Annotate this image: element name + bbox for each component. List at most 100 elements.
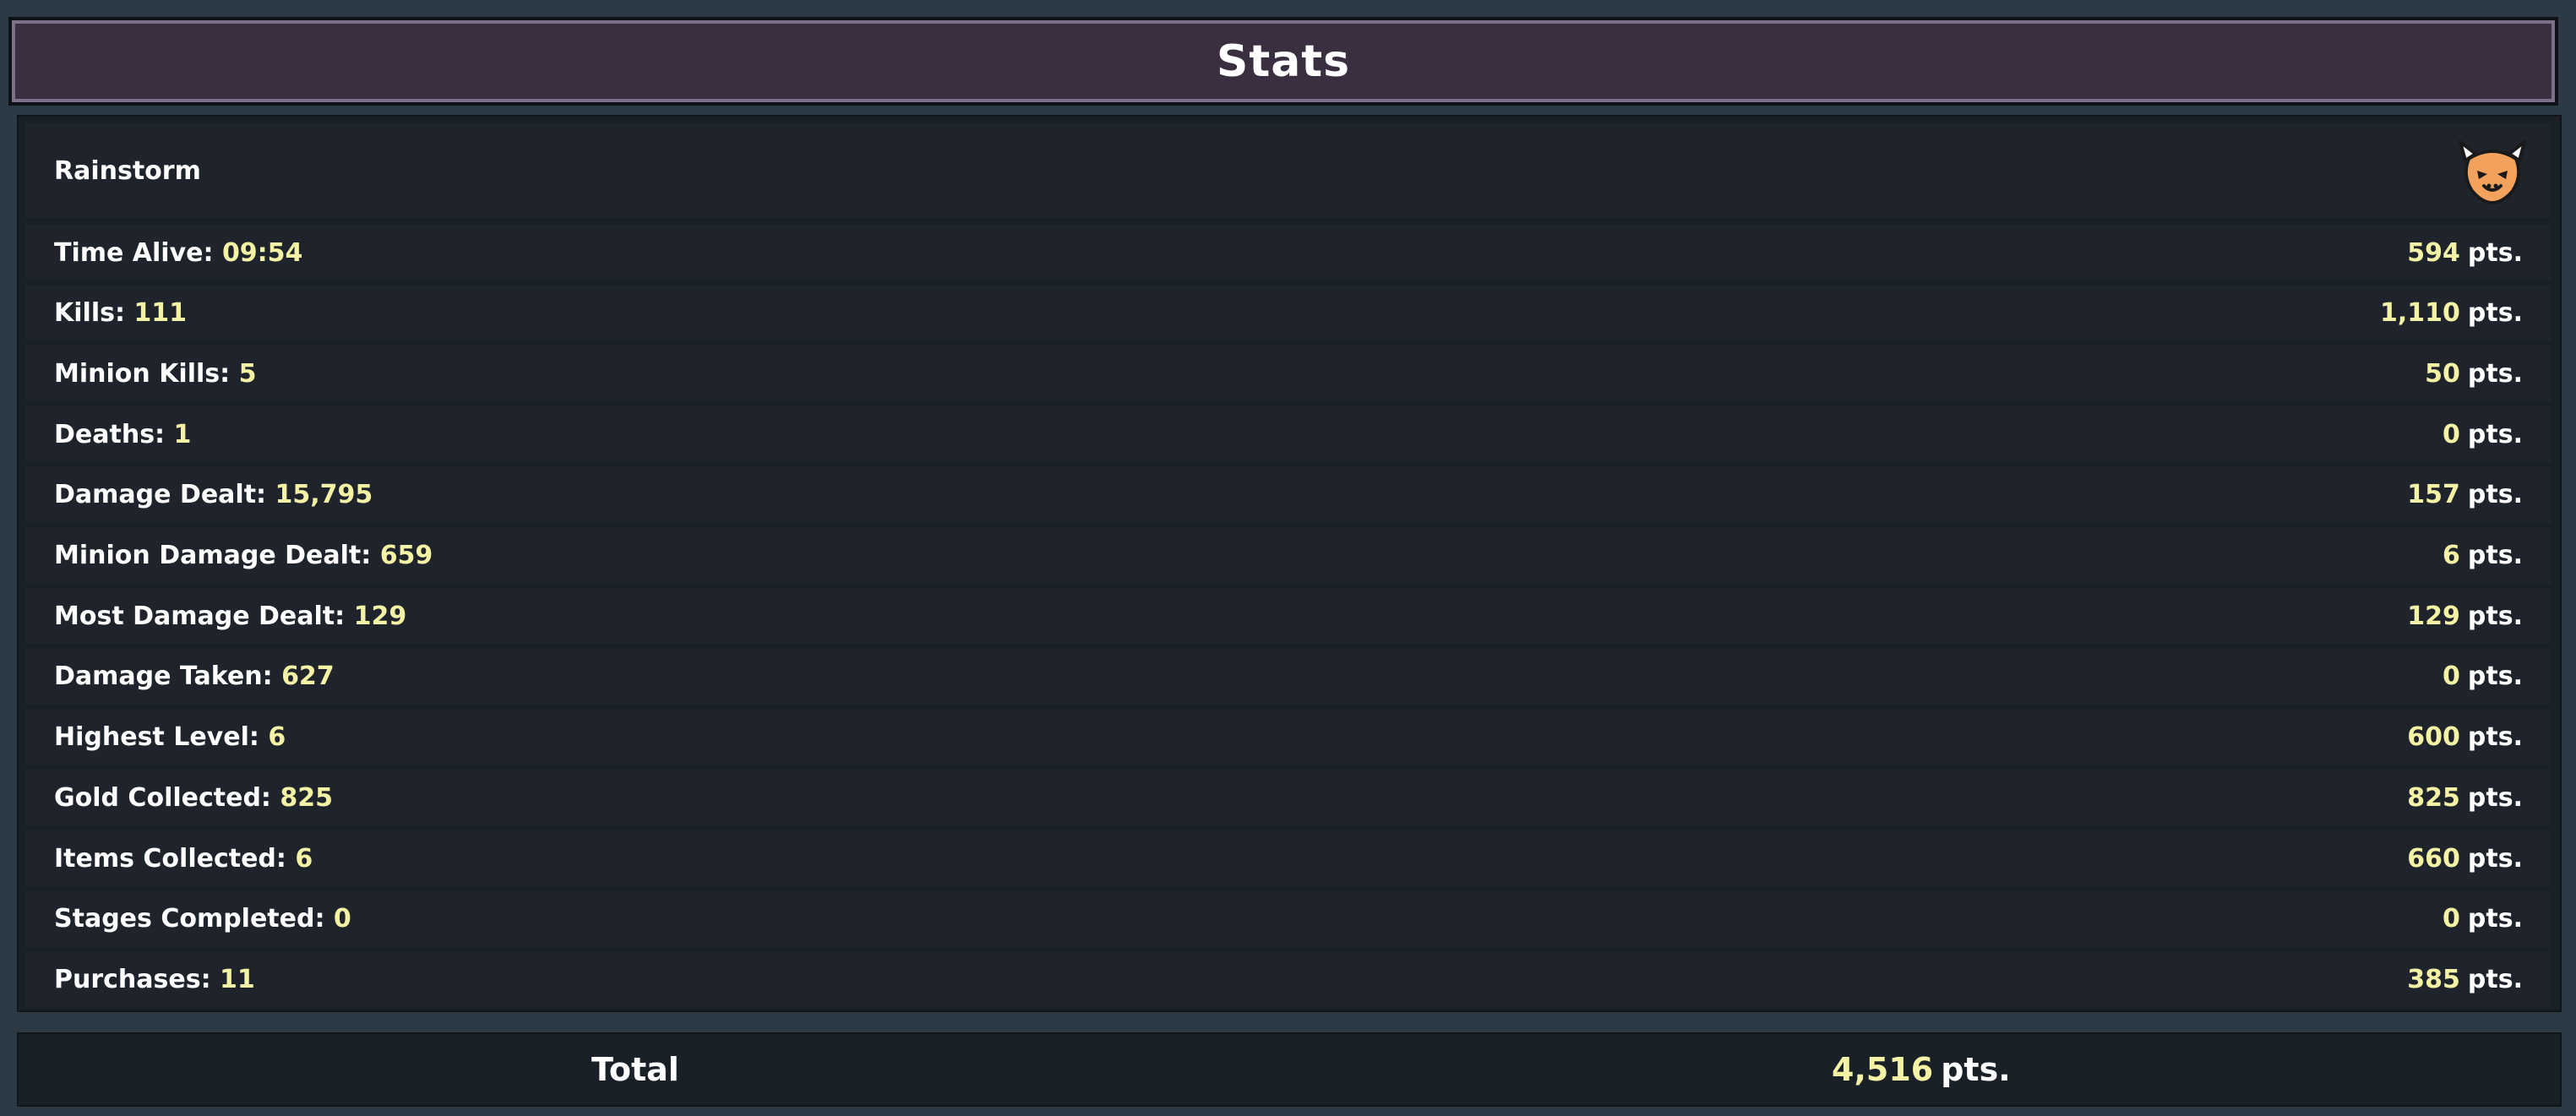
stat-label: Most Damage Dealt: [54,601,346,631]
stat-value: 6 [295,843,313,874]
stat-points-value: 660 [2407,843,2460,874]
stat-points-unit: pts. [2467,358,2523,389]
stat-points-value: 129 [2407,601,2460,631]
stat-points-unit: pts. [2467,480,2523,510]
stat-value: 11 [220,964,255,994]
stat-left: Kills: 111 [54,298,187,328]
stat-left: Items Collected: 6 [54,844,313,874]
stat-label: Gold Collected: [54,782,271,813]
header-title: Stats [1216,35,1351,87]
stat-points: 6 pts. [2443,541,2523,570]
stat-left: Highest Level: 6 [54,722,286,752]
stat-value: 129 [353,601,407,631]
stat-row: Minion Kills: 5 50 pts. [25,346,2551,402]
stat-value: 6 [268,722,286,753]
stat-value: 15,795 [275,480,373,510]
stat-points-value: 0 [2443,661,2460,692]
stat-points-unit: pts. [2467,722,2523,753]
stat-left: Damage Taken: 627 [54,661,335,691]
stat-value: 0 [333,904,351,934]
stat-left: Purchases: 11 [54,965,255,994]
stat-points-unit: pts. [2467,419,2523,449]
stat-label: Deaths: [54,419,166,449]
stat-row: Items Collected: 6 660 pts. [25,830,2551,886]
stat-row: Damage Taken: 627 0 pts. [25,648,2551,705]
stat-left: Damage Dealt: 15,795 [54,480,373,509]
stat-points-value: 600 [2407,722,2460,753]
stat-left: Deaths: 1 [54,420,191,449]
stat-points-unit: pts. [2467,661,2523,692]
stat-points-value: 0 [2443,904,2460,934]
total-label: Total [591,1051,679,1088]
stat-left: Minion Kills: 5 [54,359,256,389]
stat-value: 5 [238,358,257,389]
stat-value: 627 [281,661,335,692]
stat-row: Minion Damage Dealt: 659 6 pts. [25,527,2551,584]
stat-points-value: 825 [2407,782,2460,813]
stat-points-unit: pts. [2467,782,2523,813]
stat-label: Kills: [54,298,125,329]
stat-points-value: 385 [2407,964,2460,994]
stat-label: Damage Taken: [54,661,273,692]
stat-left: Stages Completed: 0 [54,904,351,934]
horned-beast-mask-icon [2459,140,2526,204]
stat-label: Minion Damage Dealt: [54,541,372,570]
stat-points-value: 157 [2407,480,2460,510]
stat-points: 0 pts. [2443,904,2523,934]
stat-points: 600 pts. [2407,722,2523,752]
stat-points: 385 pts. [2407,965,2523,994]
stat-points: 594 pts. [2407,238,2523,268]
stat-value: 09:54 [221,237,303,268]
stat-points-unit: pts. [2467,298,2523,329]
stat-points: 0 pts. [2443,661,2523,691]
stat-row: Highest Level: 6 600 pts. [25,709,2551,765]
stats-header: Stats [8,17,2558,106]
stat-points-unit: pts. [2467,843,2523,874]
stat-points: 157 pts. [2407,480,2523,509]
stat-label: Damage Dealt: [54,480,267,510]
stat-points: 660 pts. [2407,844,2523,874]
stat-left: Minion Damage Dealt: 659 [54,541,433,570]
stat-row: Gold Collected: 825 825 pts. [25,770,2551,826]
stats-panel: Rainstorm Time Alive: 09:54 594 pts. Kills:… [17,115,2562,1012]
total-row: Total 4,516 pts. [17,1032,2562,1107]
stat-points-value: 0 [2443,419,2460,449]
player-row: Rainstorm [25,123,2551,218]
stat-points-unit: pts. [2467,904,2523,934]
stat-points: 1,110 pts. [2380,298,2523,328]
stat-points: 129 pts. [2407,602,2523,631]
stat-points-value: 594 [2407,237,2460,268]
stat-label: Highest Level: [54,722,259,753]
stat-points-unit: pts. [2467,601,2523,631]
stat-value: 111 [133,298,188,329]
stat-row: Deaths: 1 0 pts. [25,406,2551,463]
stat-left: Time Alive: 09:54 [54,238,302,268]
stat-row: Stages Completed: 0 0 pts. [25,890,2551,947]
stat-points: 50 pts. [2425,359,2523,389]
stat-points-value: 1,110 [2380,298,2460,329]
stat-label: Stages Completed: [54,904,325,934]
stat-row: Damage Dealt: 15,795 157 pts. [25,466,2551,523]
stat-left: Gold Collected: 825 [54,783,333,813]
stat-row: Most Damage Dealt: 129 129 pts. [25,588,2551,645]
stat-row: Time Alive: 09:54 594 pts. [25,225,2551,280]
stat-label: Minion Kills: [54,358,231,389]
stat-row: Kills: 111 1,110 pts. [25,285,2551,341]
stat-label: Time Alive: [54,237,214,268]
stat-points-value: 50 [2425,358,2460,389]
stat-points: 0 pts. [2443,420,2523,449]
player-name: Rainstorm [54,155,201,186]
stat-points: 825 pts. [2407,783,2523,813]
stat-row: Purchases: 11 385 pts. [25,951,2551,1008]
stat-label: Items Collected: [54,843,286,874]
stat-points-value: 6 [2443,541,2460,570]
stat-points-unit: pts. [2467,964,2523,994]
stat-label: Purchases: [54,964,211,994]
stat-points-unit: pts. [2467,541,2523,570]
stat-value: 1 [173,419,192,449]
stat-left: Most Damage Dealt: 129 [54,602,406,631]
stat-value: 825 [280,782,333,813]
total-points: 4,516 pts. [1832,1051,2011,1088]
stat-value: 659 [379,541,433,570]
stat-points-unit: pts. [2467,237,2523,268]
